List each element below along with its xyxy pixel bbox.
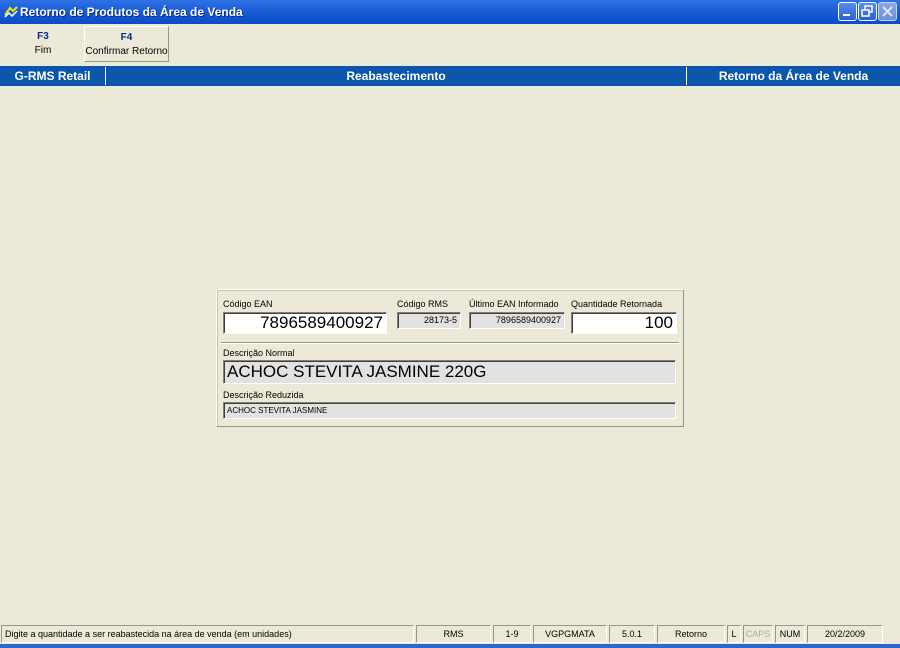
minimize-button[interactable] — [838, 2, 857, 21]
f3-end-button[interactable]: F3 Fim — [4, 26, 82, 62]
rms-code-label: Código RMS — [397, 299, 449, 309]
f4-confirm-return-button[interactable]: F4 Confirmar Retorno — [84, 26, 169, 62]
minimize-icon — [843, 14, 850, 16]
last-ean-label: Último EAN Informado — [469, 299, 559, 309]
restore-icon — [861, 5, 873, 17]
close-icon — [882, 6, 893, 17]
status-num-indicator: NUM — [775, 625, 805, 643]
short-description-label: Descrição Reduzida — [223, 390, 304, 400]
normal-description-field: ACHOC STEVITA JASMINE 220G — [223, 360, 676, 384]
status-date: 20/2/2009 — [807, 625, 883, 643]
f4-key-label: F4 — [120, 32, 133, 43]
window-title: Retorno de Produtos da Área de Venda — [20, 5, 243, 19]
rms-code-field: 28173-5 — [397, 312, 461, 329]
status-version: 5.0.1 — [609, 625, 655, 643]
header-app-name: G-RMS Retail — [14, 69, 91, 83]
title-bar[interactable]: Retorno de Produtos da Área de Venda — [0, 0, 900, 24]
product-return-form: Código EAN 7896589400927 Código RMS 2817… — [216, 289, 684, 427]
f4-button-label: Confirmar Retorno — [85, 46, 168, 57]
f3-button-label: Fim — [34, 45, 52, 56]
rms-app-icon — [4, 5, 18, 19]
ean-code-label: Código EAN — [223, 299, 273, 309]
normal-description-label: Descrição Normal — [223, 348, 295, 358]
function-key-toolbar: F3 Fim F4 Confirmar Retorno — [0, 24, 900, 64]
window-bottom-border — [0, 644, 900, 648]
status-message: Digite a quantidade a ser reabastecida n… — [1, 625, 414, 643]
close-button[interactable] — [878, 2, 897, 21]
short-description-field: ACHOC STEVITA JASMINE — [223, 402, 676, 419]
status-bar: Digite a quantidade a ser reabastecida n… — [0, 624, 900, 644]
last-ean-field: 7896589400927 — [469, 312, 565, 329]
returned-quantity-input[interactable]: 100 — [571, 312, 677, 334]
status-code: 1-9 — [493, 625, 531, 643]
status-system: RMS — [416, 625, 491, 643]
ean-code-input[interactable]: 7896589400927 — [223, 312, 387, 334]
header-band: G-RMS Retail Reabastecimento Retorno da … — [0, 66, 900, 86]
form-divider — [221, 342, 679, 344]
status-caps-indicator: CAPS — [743, 625, 773, 643]
status-l-indicator: L — [727, 625, 741, 643]
restore-button[interactable] — [858, 2, 877, 21]
status-mode: Retorno — [657, 625, 725, 643]
status-user: VGPGMATA — [533, 625, 607, 643]
f3-key-label: F3 — [37, 31, 49, 42]
header-screen-name: Retorno da Área de Venda — [718, 69, 869, 83]
returned-quantity-label: Quantidade Retornada — [571, 299, 663, 309]
header-module-name: Reabastecimento — [346, 69, 446, 83]
